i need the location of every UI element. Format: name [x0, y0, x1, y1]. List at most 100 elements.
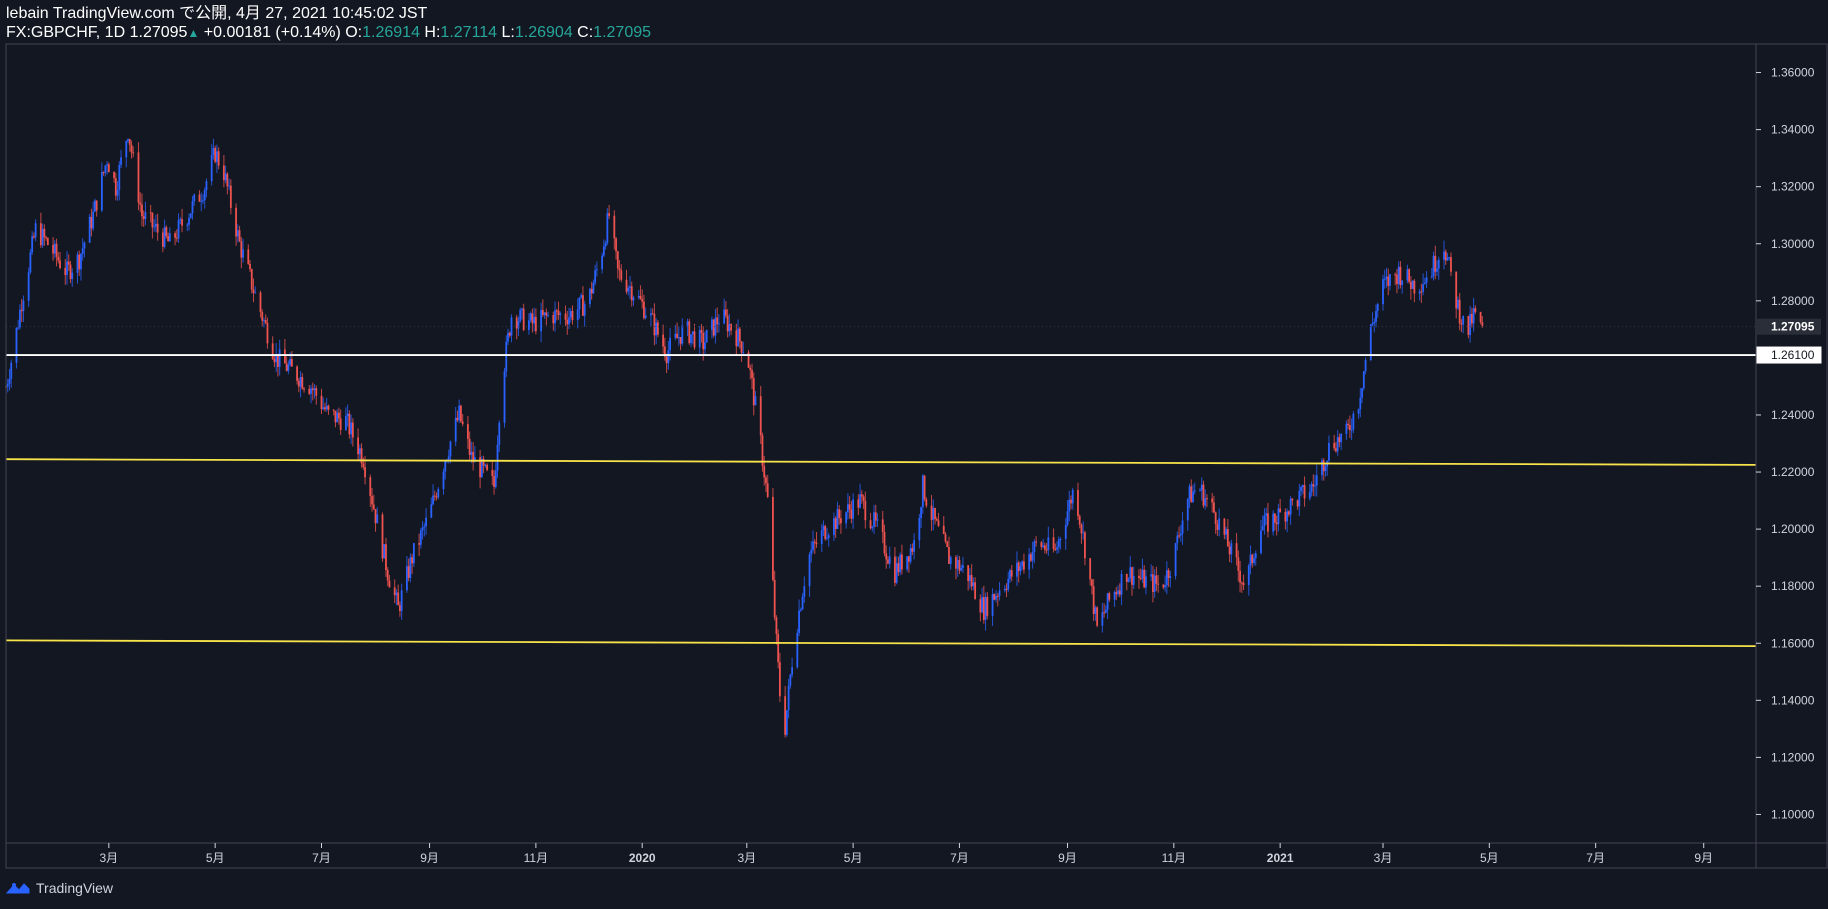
candle-body: [92, 211, 95, 229]
candle-body: [1028, 554, 1031, 570]
candle-body: [960, 567, 963, 571]
candle-body: [1091, 579, 1093, 587]
candle-body: [181, 219, 183, 226]
candle-body: [937, 520, 940, 526]
candle-body: [27, 272, 30, 301]
candle-body: [1324, 466, 1327, 472]
candle-body: [1113, 592, 1116, 600]
candle-body: [1260, 530, 1262, 554]
candle-body: [822, 525, 825, 531]
candle-body: [69, 264, 72, 280]
candle-body: [252, 289, 255, 293]
time-axis[interactable]: 3月 5月 7月 9月 11月 2020 3月 5月 7月 9月 11月 2021 3月 5月 7月 9月: [99, 843, 1713, 865]
candle-body: [1080, 524, 1083, 534]
candle-body: [381, 514, 384, 559]
candle-body: [43, 228, 46, 238]
candle-body: [1155, 575, 1158, 584]
candle-body: [17, 327, 20, 329]
candle-body: [411, 557, 414, 564]
candle-body: [1336, 437, 1339, 452]
candle-body: [1239, 570, 1241, 583]
candle-body: [374, 509, 377, 524]
candle-body: [106, 164, 108, 166]
candle-body: [1242, 582, 1245, 586]
candle-body: [1082, 532, 1085, 534]
candle-body: [430, 504, 433, 518]
support-upper-line[interactable]: [5, 458, 1757, 466]
candle-body: [266, 323, 269, 344]
x-tick-label: 9月: [1694, 851, 1713, 865]
candle-body: [1457, 299, 1459, 309]
candle-body: [1237, 557, 1240, 571]
support-lower-line[interactable]: [5, 639, 1757, 648]
candle-body: [228, 185, 231, 187]
candle-body: [1308, 491, 1311, 499]
candle-body: [240, 241, 243, 258]
candle-body: [1455, 271, 1458, 309]
candle-body: [1226, 529, 1229, 547]
candle-body: [144, 212, 147, 219]
candle-body: [779, 662, 781, 697]
candle-body: [125, 140, 128, 158]
candle-body: [1240, 582, 1243, 584]
candle-body: [1019, 566, 1022, 572]
candle-body: [322, 407, 325, 410]
candle-body: [1115, 592, 1118, 595]
candle-body: [1068, 499, 1071, 512]
candle-body: [1261, 526, 1264, 531]
candle-body: [862, 496, 865, 501]
candle-body: [557, 310, 560, 315]
candle-body: [83, 242, 86, 249]
candle-body: [547, 315, 549, 317]
candle-body: [261, 312, 264, 321]
candle-body: [1132, 575, 1135, 585]
candle-body: [423, 526, 426, 528]
footer-brand[interactable]: TradingView: [36, 880, 113, 896]
candle-body: [1335, 448, 1337, 452]
candle-body: [618, 268, 621, 271]
candle-body: [247, 249, 250, 264]
candle-body: [1150, 574, 1153, 577]
candle-body: [923, 475, 926, 500]
trend-lines-layer: [5, 326, 1757, 648]
candle-body: [1462, 315, 1465, 325]
candle-body: [820, 530, 823, 545]
candle-body: [1340, 433, 1343, 443]
candlestick-chart[interactable]: 1.36000 1.34000 1.32000 1.30000 1.28000 1.240…: [0, 0, 1828, 909]
candle-body: [899, 554, 902, 573]
candle-body: [653, 313, 656, 336]
candle-body: [15, 328, 18, 363]
candle-body: [1143, 569, 1146, 588]
candle-body: [118, 164, 121, 190]
candle-body: [344, 416, 347, 430]
candle-body: [810, 549, 813, 555]
candle-body: [519, 310, 522, 322]
candle-body: [1448, 257, 1451, 259]
candle-body: [993, 594, 996, 600]
candle-body: [461, 421, 464, 425]
candle-body: [1303, 485, 1306, 499]
candle-body: [372, 504, 375, 510]
price-axis[interactable]: 1.36000 1.34000 1.32000 1.30000 1.28000 1.240…: [1756, 66, 1815, 822]
candle-body: [921, 475, 924, 508]
candle-body: [376, 514, 379, 524]
candle-body: [177, 220, 180, 239]
candle-body: [1021, 561, 1024, 567]
candle-body: [1214, 512, 1217, 525]
candle-body: [168, 233, 171, 242]
candle-body: [1131, 567, 1133, 585]
candle-body: [142, 216, 145, 219]
x-tick-label: 11月: [524, 851, 548, 865]
candle-body: [432, 495, 434, 505]
x-tick-label: 5月: [1480, 851, 1499, 865]
candle-body: [287, 364, 290, 371]
candle-body: [205, 181, 208, 191]
candle-body: [955, 557, 957, 569]
candle-body: [639, 295, 642, 299]
candle-body: [486, 464, 488, 470]
candle-body: [1289, 498, 1292, 515]
candle-body: [480, 458, 483, 478]
candle-body: [222, 165, 225, 181]
candle-body: [1031, 552, 1034, 561]
candle-body: [824, 525, 827, 539]
